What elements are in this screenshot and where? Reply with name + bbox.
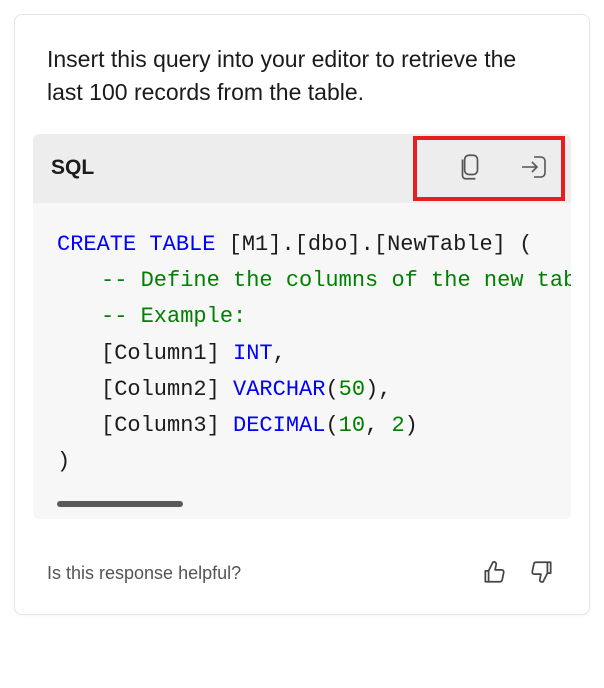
thumbs-up-icon — [481, 573, 507, 588]
thumbs-up-button[interactable] — [479, 557, 509, 590]
code-header: SQL — [33, 134, 571, 203]
response-card: Insert this query into your editor to re… — [14, 14, 590, 615]
code-text: ( — [325, 377, 338, 402]
code-text: ), — [365, 377, 391, 402]
feedback-row: Is this response helpful? — [15, 519, 589, 590]
code-text: [M1].[dbo].[NewTable] ( — [215, 232, 532, 257]
feedback-prompt: Is this response helpful? — [47, 563, 241, 584]
code-language-label: SQL — [51, 156, 94, 180]
copy-button[interactable] — [453, 148, 487, 189]
code-text: ( — [325, 413, 338, 438]
thumbs-down-icon — [529, 573, 555, 588]
code-number: 10 — [339, 413, 365, 438]
code-number: 2 — [391, 413, 404, 438]
code-text: [Column2] — [101, 377, 233, 402]
copy-icon — [457, 152, 483, 185]
code-text: [Column3] — [101, 413, 233, 438]
code-text: [Column1] — [101, 341, 233, 366]
code-text: , — [365, 413, 391, 438]
thumbs-down-button[interactable] — [527, 557, 557, 590]
code-keyword: INT — [233, 341, 273, 366]
scrollbar-thumb[interactable] — [57, 501, 183, 507]
code-block: SQL — [33, 134, 571, 519]
code-body: CREATE TABLE [M1].[dbo].[NewTable] ( -- … — [33, 203, 571, 519]
code-comment: -- Define the columns of the new tabl — [101, 268, 571, 293]
code-comment: -- Example: — [101, 304, 246, 329]
horizontal-scrollbar[interactable] — [57, 501, 571, 507]
code-text: ) — [405, 413, 418, 438]
code-content: CREATE TABLE [M1].[dbo].[NewTable] ( -- … — [57, 227, 571, 481]
code-actions — [453, 148, 553, 189]
code-keyword: CREATE TABLE — [57, 232, 215, 257]
feedback-icons — [479, 557, 557, 590]
code-text: , — [273, 341, 286, 366]
code-number: 50 — [339, 377, 365, 402]
code-keyword: DECIMAL — [233, 413, 325, 438]
intro-text: Insert this query into your editor to re… — [15, 43, 589, 110]
insert-button[interactable] — [515, 149, 553, 188]
code-text: ) — [57, 449, 70, 474]
insert-icon — [519, 153, 549, 184]
code-keyword: VARCHAR — [233, 377, 325, 402]
